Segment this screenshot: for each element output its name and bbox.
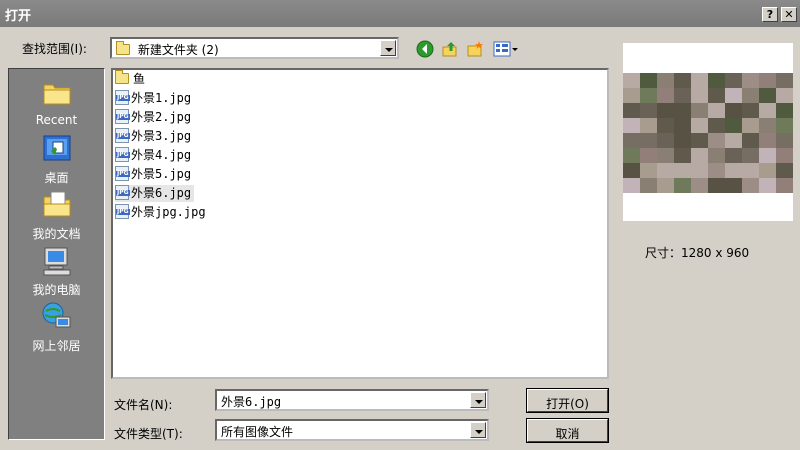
filename-label: 文件名(N): (114, 398, 173, 412)
folder-icon (115, 70, 129, 84)
place-recent[interactable]: Recent (9, 77, 104, 127)
jpg-file-icon: JPG (115, 166, 130, 181)
place-my-computer[interactable]: 我的电脑 (9, 245, 104, 298)
place-my-documents[interactable]: 我的文档 (9, 189, 104, 242)
file-name: 外景5.jpg (131, 167, 192, 181)
place-label: 桌面 (44, 171, 69, 185)
lookin-value: 新建文件夹 (2) (137, 43, 219, 57)
jpg-file-icon: JPG (115, 128, 130, 143)
close-button[interactable]: ✕ (781, 7, 797, 22)
desktop-icon (43, 135, 70, 161)
chevron-down-icon[interactable] (380, 40, 396, 56)
file-name: 外景jpg.jpg (131, 205, 206, 219)
filename-value: 外景6.jpg (221, 395, 282, 409)
cancel-button-label: 取消 (555, 427, 580, 441)
list-item[interactable]: JPG 外景1.jpg (115, 90, 194, 107)
file-name: 外景1.jpg (131, 91, 192, 105)
list-item[interactable]: JPG 外景3.jpg (115, 128, 194, 145)
place-desktop[interactable]: 桌面 (9, 133, 104, 186)
chevron-down-icon[interactable] (470, 422, 486, 438)
filetype-select[interactable]: 所有图像文件 (215, 419, 489, 441)
help-button[interactable]: ? (762, 7, 778, 22)
jpg-file-icon: JPG (115, 185, 130, 200)
filetype-label: 文件类型(T): (114, 427, 183, 441)
list-item-selected[interactable]: JPG 外景6.jpg (115, 185, 195, 202)
place-label: Recent (35, 113, 78, 127)
back-icon[interactable] (416, 40, 434, 58)
filetype-value: 所有图像文件 (221, 425, 294, 439)
file-name: 外景4.jpg (131, 148, 192, 162)
network-icon (42, 302, 70, 328)
places-bar: Recent 桌面 我的文档 我的电脑 网上邻居 (8, 68, 105, 440)
preview-thumbnail (623, 73, 793, 193)
my-computer-icon (43, 247, 70, 276)
preview-size-text: 尺寸：1280 x 960 (645, 246, 750, 260)
cancel-button[interactable]: 取消 (526, 418, 609, 443)
filename-input[interactable]: 外景6.jpg (215, 389, 489, 411)
place-label: 我的文档 (32, 227, 81, 241)
title-bar: 打开 ? ✕ (0, 0, 800, 27)
chevron-down-icon[interactable] (470, 392, 486, 408)
up-folder-icon[interactable] (441, 40, 459, 58)
list-item[interactable]: JPG 外景4.jpg (115, 147, 194, 164)
file-name: 外景6.jpg (131, 186, 192, 200)
place-label: 我的电脑 (32, 283, 81, 297)
list-item-folder[interactable]: 鱼 (115, 70, 148, 88)
file-name: 外景2.jpg (131, 110, 192, 124)
file-name: 鱼 (133, 72, 146, 86)
jpg-file-icon: JPG (115, 204, 130, 219)
jpg-file-icon: JPG (115, 109, 130, 124)
jpg-file-icon: JPG (115, 90, 130, 105)
place-network[interactable]: 网上邻居 (9, 301, 104, 354)
list-item[interactable]: JPG 外景jpg.jpg (115, 204, 209, 221)
lookin-label: 查找范围(I): (22, 42, 87, 56)
file-name: 外景3.jpg (131, 129, 192, 143)
view-menu-icon[interactable] (493, 40, 519, 58)
recent-icon (43, 84, 70, 105)
list-item[interactable]: JPG 外景5.jpg (115, 166, 194, 183)
folder-icon (116, 41, 130, 55)
open-button[interactable]: 打开(O) (526, 388, 609, 413)
list-item[interactable]: JPG 外景2.jpg (115, 109, 194, 126)
file-list[interactable]: 鱼 JPG 外景1.jpg JPG 外景2.jpg JPG 外景3.jpg JPG 外景… (111, 68, 609, 379)
lookin-combobox[interactable]: 新建文件夹 (2) (110, 37, 399, 59)
image-preview (623, 43, 793, 221)
new-folder-icon[interactable] (466, 40, 484, 58)
open-button-label: 打开(O) (546, 397, 589, 411)
my-documents-icon (43, 191, 70, 217)
place-label: 网上邻居 (32, 339, 81, 353)
jpg-file-icon: JPG (115, 147, 130, 162)
window-title: 打开 (5, 9, 32, 24)
